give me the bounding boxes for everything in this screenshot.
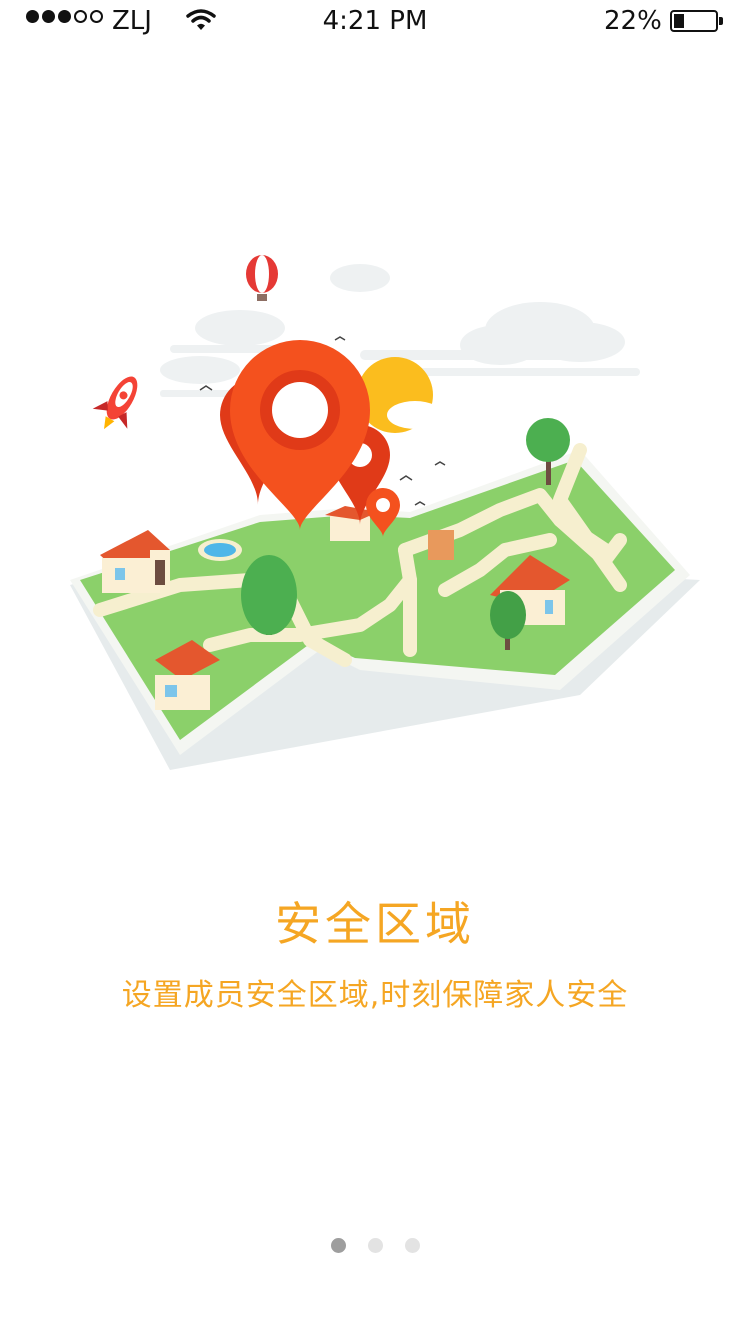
safe-zone-map-illustration: [70, 255, 700, 770]
page-indicator[interactable]: [0, 1238, 750, 1253]
house-icon: [330, 515, 370, 541]
battery-icon: [670, 10, 723, 32]
tree-icon: [241, 555, 297, 635]
onboarding-subtitle: 设置成员安全区域,时刻保障家人安全: [121, 978, 629, 1013]
page-dot-3[interactable]: [404, 1238, 420, 1253]
house-icon: [100, 530, 170, 593]
status-bar: ZLJ 4:21 PM 22%: [0, 0, 750, 42]
battery-percent: 22%: [604, 6, 662, 36]
page-dot-1[interactable]: [330, 1238, 346, 1253]
location-pin-icon: [230, 340, 370, 530]
hot-air-balloon-icon: [246, 255, 278, 301]
page-dot-2[interactable]: [367, 1238, 383, 1253]
rocket-icon: [92, 376, 138, 430]
onboarding-title: 安全区域: [275, 897, 475, 951]
